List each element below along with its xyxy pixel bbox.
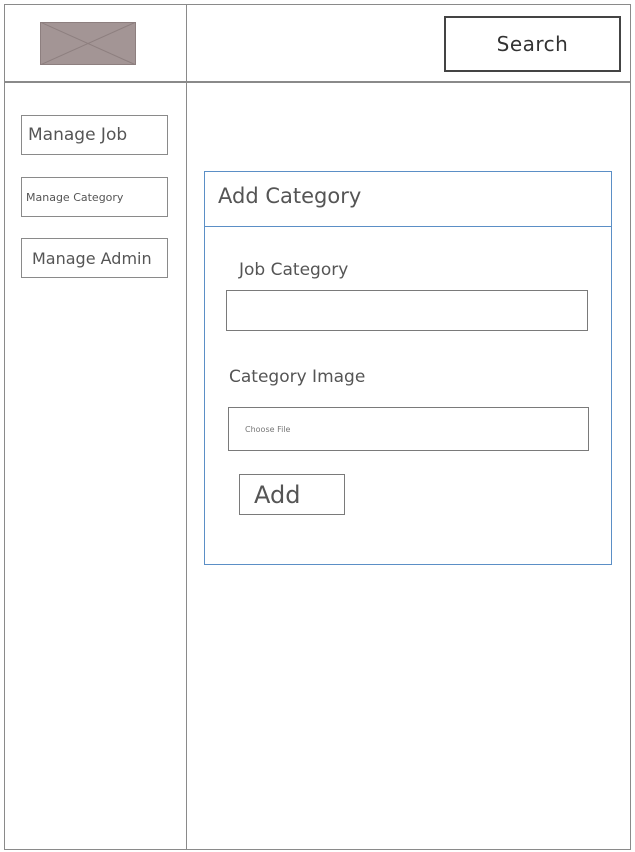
category-image-label: Category Image <box>229 367 366 387</box>
panel-header: Add Category <box>205 172 611 227</box>
search-button[interactable]: Search <box>444 16 621 72</box>
job-category-input[interactable] <box>226 290 588 331</box>
sidebar-item-manage-admin[interactable]: Manage Admin <box>21 238 168 278</box>
sidebar-item-manage-category[interactable]: Manage Category <box>21 177 168 217</box>
job-category-label: Job Category <box>239 260 349 280</box>
add-button[interactable]: Add <box>239 474 345 515</box>
panel-title: Add Category <box>218 184 362 208</box>
add-category-panel: Add Category Job Category Category Image… <box>204 171 612 565</box>
choose-file-input[interactable]: Choose File <box>228 407 589 451</box>
sidebar-item-manage-job[interactable]: Manage Job <box>21 115 168 155</box>
choose-file-placeholder: Choose File <box>245 424 291 434</box>
logo-placeholder-icon <box>40 22 136 65</box>
header-divider <box>4 81 631 83</box>
sidebar-divider <box>186 4 187 850</box>
